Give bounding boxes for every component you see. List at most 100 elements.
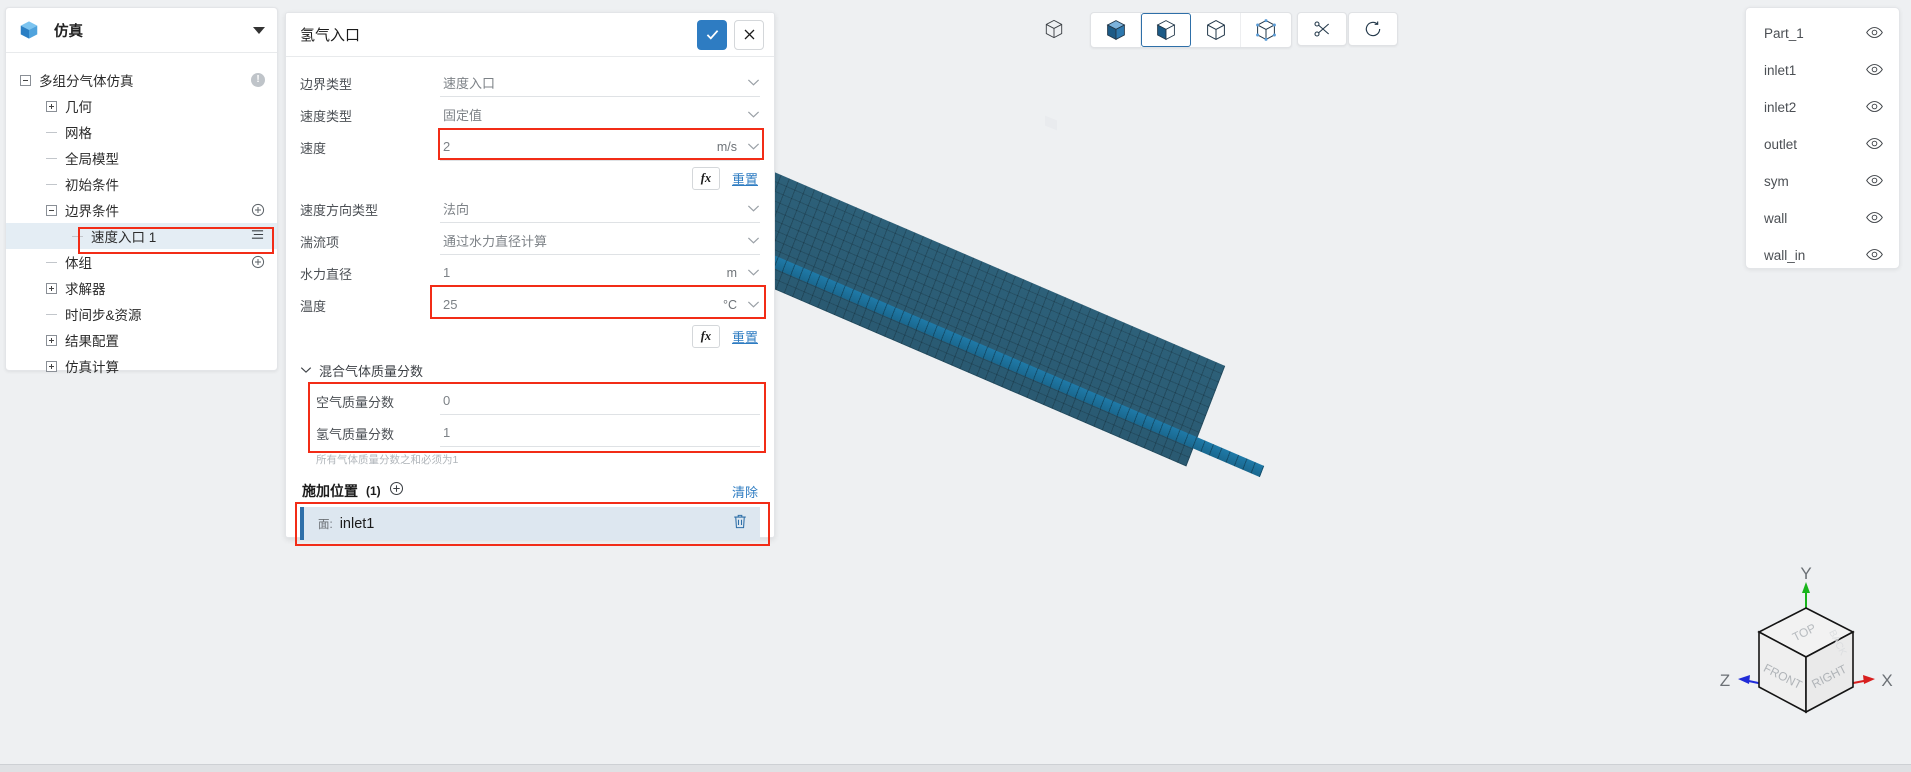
temperature-input[interactable]: 25 [440, 291, 692, 319]
context-menu-icon[interactable] [250, 228, 265, 244]
collapse-toggle-icon[interactable] [46, 204, 57, 216]
velocity-expression-actions[interactable]: fx 重置 [300, 163, 760, 193]
toolbar-btn-clip[interactable] [1297, 12, 1347, 46]
trash-icon[interactable] [732, 513, 748, 535]
tree-item-run-simulation[interactable]: 仿真计算 [6, 353, 277, 379]
field-row-turbulence[interactable]: 湍流项 通过水力直径计算 [300, 225, 760, 257]
toolbar-btn-points[interactable] [1241, 13, 1291, 47]
parts-list-panel[interactable]: Part_1 inlet1 inlet2 outlet sym wall wal… [1745, 7, 1900, 269]
mass-fraction-hint: 所有气体质量分数之和必须为1 [316, 454, 459, 466]
tree-item-multicomponent-gas[interactable]: 多组分气体仿真 ! [6, 67, 277, 93]
tree-item-boundary-conditions[interactable]: 边界条件 [6, 197, 277, 223]
field-row-boundary-type[interactable]: 边界类型 速度入口 [300, 67, 760, 99]
air-mass-fraction-input[interactable]: 0 [440, 387, 760, 415]
boundary-type-select[interactable]: 速度入口 [440, 69, 760, 97]
clear-locations-link[interactable]: 清除 [732, 482, 758, 501]
tree-item-mesh[interactable]: 网格 [6, 119, 277, 145]
chevron-down-icon[interactable] [747, 264, 760, 282]
expand-toggle-icon[interactable] [46, 360, 57, 372]
part-row[interactable]: inlet1 [1746, 52, 1899, 89]
reset-link[interactable]: 重置 [732, 327, 758, 346]
part-row[interactable]: sym [1746, 163, 1899, 200]
velocity-input[interactable]: 2 m/s [440, 133, 760, 161]
part-row[interactable]: inlet2 [1746, 89, 1899, 126]
location-item-inlet1[interactable]: 面: inlet1 [300, 507, 760, 540]
hydraulic-diameter-unit-select[interactable]: m [698, 259, 760, 287]
part-row[interactable]: wall [1746, 200, 1899, 237]
fx-button[interactable]: fx [691, 324, 720, 348]
chevron-down-icon[interactable] [747, 106, 760, 124]
tree-item-timestep-resources[interactable]: 时间步&资源 [6, 301, 277, 327]
field-row-velocity-direction-type[interactable]: 速度方向类型 法向 [300, 193, 760, 225]
toolbar-wireframe-toggle[interactable] [1040, 15, 1068, 43]
temperature-unit-select[interactable]: °C [698, 291, 760, 319]
temperature-expression-actions[interactable]: fx 重置 [300, 321, 760, 351]
tree-item-solver[interactable]: 求解器 [6, 275, 277, 301]
chevron-down-icon[interactable] [747, 296, 760, 314]
applied-location-count: (1) [366, 484, 381, 498]
part-row[interactable]: outlet [1746, 126, 1899, 163]
chevron-down-icon[interactable] [747, 200, 760, 218]
eye-icon[interactable] [1866, 26, 1883, 42]
field-row-air-mass-fraction[interactable]: 空气质量分数 0 [300, 385, 760, 417]
confirm-button[interactable] [697, 19, 727, 50]
field-row-hydrogen-mass-fraction[interactable]: 氢气质量分数 1 [300, 417, 760, 449]
add-volume-group-icon[interactable] [251, 255, 265, 269]
hydraulic-diameter-input[interactable]: 1 [440, 259, 692, 287]
boundary-condition-panel[interactable]: 氢气入口 边界类型 速度入口 速度类型 固定值 速度 2 m/s fx 重置 速… [285, 12, 775, 546]
mass-fraction-fields[interactable]: 空气质量分数 0 氢气质量分数 1 [300, 382, 766, 453]
chevron-down-icon[interactable] [747, 138, 760, 156]
field-row-velocity-type[interactable]: 速度类型 固定值 [300, 99, 760, 131]
simulation-tree[interactable]: 多组分气体仿真 ! 几何 网格 全局模型 初始条件 边界条件 速度入口 1 体组… [6, 53, 277, 379]
chevron-down-icon[interactable] [300, 366, 312, 374]
view-cube-widget[interactable]: TOP FRONT RIGHT BACK Y X Z [1711, 562, 1901, 747]
tree-item-velocity-inlet-1[interactable]: 速度入口 1 [6, 223, 277, 249]
velocity-direction-select[interactable]: 法向 [440, 195, 760, 223]
add-location-icon[interactable] [389, 481, 404, 501]
mass-fraction-section-header[interactable]: 混合气体质量分数 [300, 355, 760, 385]
field-row-velocity[interactable]: 速度 2 m/s [300, 128, 764, 163]
view-cube-svg[interactable]: TOP FRONT RIGHT BACK Y X Z [1711, 562, 1901, 747]
shaded-edges-cube-icon [1156, 20, 1176, 41]
field-row-temperature[interactable]: 温度 25 °C [300, 285, 766, 321]
toolbar-btn-shaded[interactable] [1091, 13, 1141, 47]
tree-item-initial-conditions[interactable]: 初始条件 [6, 171, 277, 197]
tree-item-global-model[interactable]: 全局模型 [6, 145, 277, 171]
part-row[interactable]: Part_1 [1746, 15, 1899, 52]
chevron-down-icon[interactable] [747, 232, 760, 250]
eye-icon[interactable] [1866, 63, 1883, 79]
expand-toggle-icon[interactable] [46, 334, 57, 346]
expand-toggle-icon[interactable] [46, 282, 57, 294]
collapse-toggle-icon[interactable] [20, 74, 31, 86]
cancel-button[interactable] [734, 19, 764, 50]
tree-item-result-config[interactable]: 结果配置 [6, 327, 277, 353]
field-row-hydraulic-diameter[interactable]: 水力直径 1 m [300, 257, 760, 289]
turbulence-select[interactable]: 通过水力直径计算 [440, 227, 760, 255]
velocity-type-select[interactable]: 固定值 [440, 101, 760, 129]
fx-button[interactable]: fx [691, 166, 720, 190]
applied-location-list[interactable]: 面: inlet1 [295, 502, 770, 546]
toolbar-render-modes[interactable] [1090, 12, 1292, 48]
toolbar-btn-wireframe[interactable] [1191, 13, 1241, 47]
eye-icon[interactable] [1866, 248, 1883, 264]
eye-icon[interactable] [1866, 100, 1883, 116]
info-icon[interactable]: ! [251, 73, 265, 87]
eye-icon[interactable] [1866, 137, 1883, 153]
reset-link[interactable]: 重置 [732, 169, 758, 188]
tree-item-geometry[interactable]: 几何 [6, 93, 277, 119]
toolbar-btn-reset-view[interactable] [1348, 12, 1398, 46]
tree-item-volume-group[interactable]: 体组 [6, 249, 277, 275]
expand-toggle-icon[interactable] [46, 100, 57, 112]
panel-actions[interactable] [697, 19, 764, 50]
panel-header: 氢气入口 [286, 13, 774, 57]
chevron-down-icon[interactable] [253, 26, 265, 34]
eye-icon[interactable] [1866, 211, 1883, 227]
eye-icon[interactable] [1866, 174, 1883, 190]
toolbar-btn-shaded-edges[interactable] [1141, 13, 1191, 47]
chevron-down-icon[interactable] [747, 74, 760, 92]
add-boundary-condition-icon[interactable] [251, 203, 265, 217]
part-row[interactable]: wall_in [1746, 237, 1899, 274]
hydrogen-mass-fraction-input[interactable]: 1 [440, 419, 760, 447]
panel-body[interactable]: 边界类型 速度入口 速度类型 固定值 速度 2 m/s fx 重置 速度方向类型… [286, 57, 774, 546]
simulation-tree-panel[interactable]: 仿真 多组分气体仿真 ! 几何 网格 全局模型 初始条件 边界条件 速度入口 1… [5, 7, 278, 375]
